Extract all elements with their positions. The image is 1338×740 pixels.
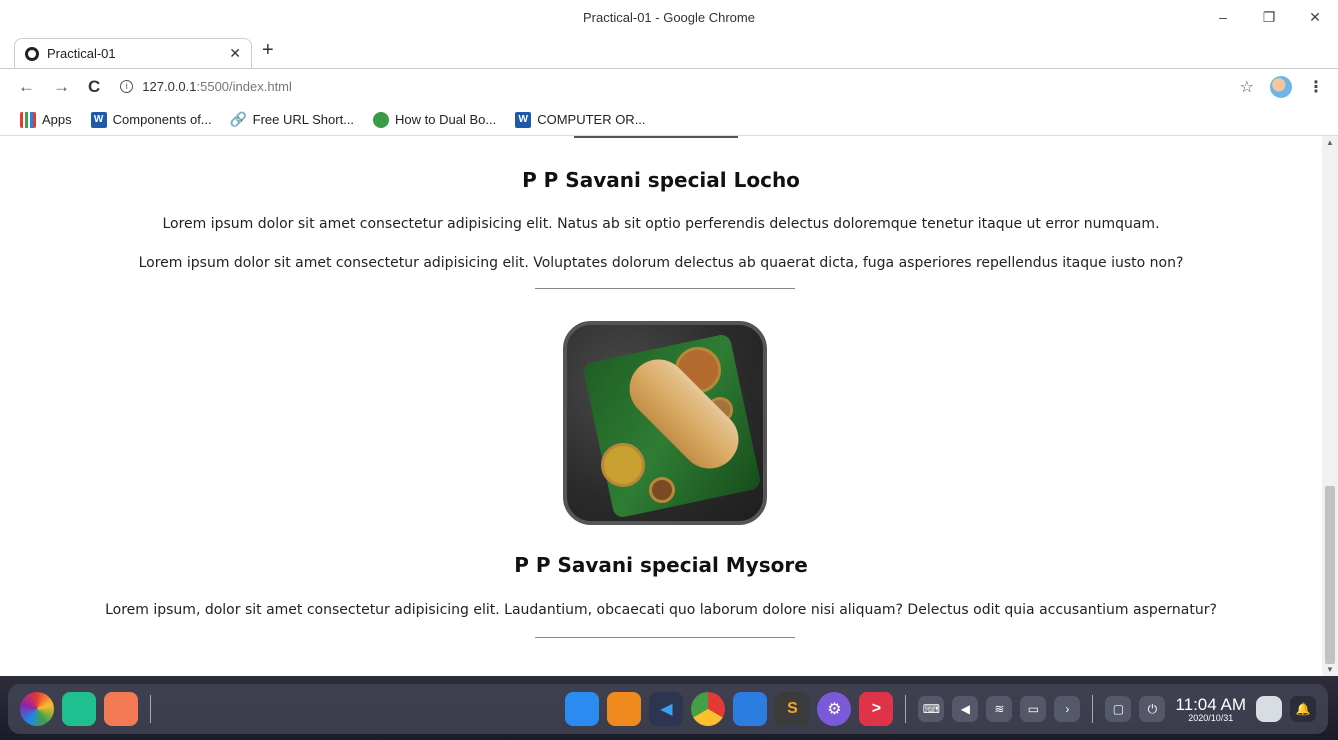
keyboard-icon[interactable]: ⌨ [918,696,945,722]
chrome-menu-icon[interactable]: ⋮ [1308,77,1324,97]
trash-icon[interactable] [1256,696,1282,722]
minimize-button[interactable]: – [1200,9,1246,25]
dock: ◀ S ⚙ > ⌨ ◀ ≋ ▭ › ▢ ⏻ 11:04 AM 2020/10/3… [8,684,1328,734]
divider [535,637,795,638]
bookmark-label: COMPUTER OR... [537,112,646,127]
close-window-button[interactable]: ✕ [1292,9,1338,26]
settings-icon[interactable]: ⚙ [817,692,852,726]
profile-avatar[interactable] [1270,76,1292,98]
url-path: :5500/index.html [196,79,292,94]
volume-icon[interactable]: ◀ [952,696,979,722]
tab-practical-01[interactable]: Practical-01 ✕ [14,38,252,68]
power-icon[interactable]: ⏻ [1139,696,1166,722]
tab-title: Practical-01 [47,46,116,61]
forward-button[interactable]: → [53,77,70,97]
bookmark-components[interactable]: W Components of... [90,111,212,128]
globe-icon [25,46,39,61]
bookmark-star-icon[interactable]: ☆ [1240,77,1254,97]
bookmark-apps[interactable]: Apps [20,111,72,128]
reload-button[interactable]: C [88,77,100,97]
page-content: P P Savani special Locho Lorem ipsum dol… [0,136,1322,676]
terminal-icon[interactable]: > [859,692,894,726]
clock-date: 2020/10/31 [1188,712,1234,723]
back-button[interactable]: ← [18,77,35,97]
section-paragraph: Lorem ipsum, dolor sit amet consectetur … [105,602,1217,618]
bookmarks-bar: Apps W Components of... 🔗 Free URL Short… [0,104,1338,136]
word-icon: W [90,111,107,128]
window-titlebar: Practical-01 - Google Chrome – ❐ ✕ [0,0,1338,34]
section-heading-mysore: P P Savani special Mysore [514,553,808,577]
bookmark-label: Apps [42,112,72,127]
bell-icon[interactable]: 🔔 [1290,696,1316,722]
multitask-icon[interactable] [62,692,96,726]
bookmark-free-url[interactable]: 🔗 Free URL Short... [229,111,355,128]
section-heading-locho: P P Savani special Locho [522,168,800,192]
vscode-icon[interactable]: ◀ [649,692,684,726]
notification-center-icon[interactable]: ▢ [1105,696,1132,722]
new-tab-button[interactable]: + [262,39,274,62]
launcher-icon[interactable] [20,692,54,726]
wifi-icon[interactable]: ≋ [986,696,1013,722]
tab-close-icon[interactable]: ✕ [229,45,241,62]
clock[interactable]: 11:04 AM 2020/10/31 [1175,696,1246,723]
link-icon: 🔗 [229,111,248,127]
divider [574,136,738,138]
chrome-icon[interactable] [691,692,726,726]
window-controls: – ❐ ✕ [1200,0,1338,34]
taskbar: ◀ S ⚙ > ⌨ ◀ ≋ ▭ › ▢ ⏻ 11:04 AM 2020/10/3… [0,676,1338,740]
bookmark-dual-boot[interactable]: How to Dual Bo... [373,111,497,128]
expand-tray-icon[interactable]: › [1054,696,1081,722]
window-title: Practical-01 - Google Chrome [583,9,755,25]
bookmark-label: How to Dual Bo... [395,112,497,127]
clock-time: 11:04 AM [1175,694,1246,714]
app-store-icon[interactable] [104,692,138,726]
tab-strip: Practical-01 ✕ + [0,34,1338,68]
divider [535,288,795,289]
site-icon [373,111,390,128]
toolbar-right: ☆ ⋮ [1240,69,1324,105]
browser-toolbar: ← → C i 127.0.0.1:5500/index.html ☆ ⋮ [0,68,1338,104]
dosa-image [563,321,767,525]
section-paragraph: Lorem ipsum dolor sit amet consectetur a… [138,255,1184,271]
restore-button[interactable]: ❐ [1246,9,1292,26]
battery-icon[interactable]: ▭ [1020,696,1047,722]
dock-separator [1092,695,1094,723]
address-bar[interactable]: i 127.0.0.1:5500/index.html [120,79,292,94]
dock-separator [150,695,151,723]
info-icon[interactable]: i [120,80,134,93]
bookmark-computer-or[interactable]: W COMPUTER OR... [515,111,646,128]
text-editor-icon[interactable] [733,692,768,726]
scrollbar-thumb[interactable] [1325,486,1335,664]
bookmark-label: Free URL Short... [252,112,355,127]
section-paragraph: Lorem ipsum dolor sit amet consectetur a… [162,216,1160,232]
dock-separator [905,695,907,723]
word-icon: W [515,111,532,128]
sublime-icon[interactable]: S [775,692,810,726]
file-manager-icon[interactable] [565,692,600,726]
page-scrollbar[interactable]: ▲ ▼ [1322,136,1338,676]
url-host: 127.0.0.1 [142,79,197,94]
store-bag-icon[interactable] [607,692,642,726]
scroll-up-arrow[interactable]: ▲ [1326,138,1334,147]
bookmark-label: Components of... [112,112,212,127]
scroll-down-arrow[interactable]: ▼ [1326,665,1334,674]
apps-grid-icon [20,111,36,128]
